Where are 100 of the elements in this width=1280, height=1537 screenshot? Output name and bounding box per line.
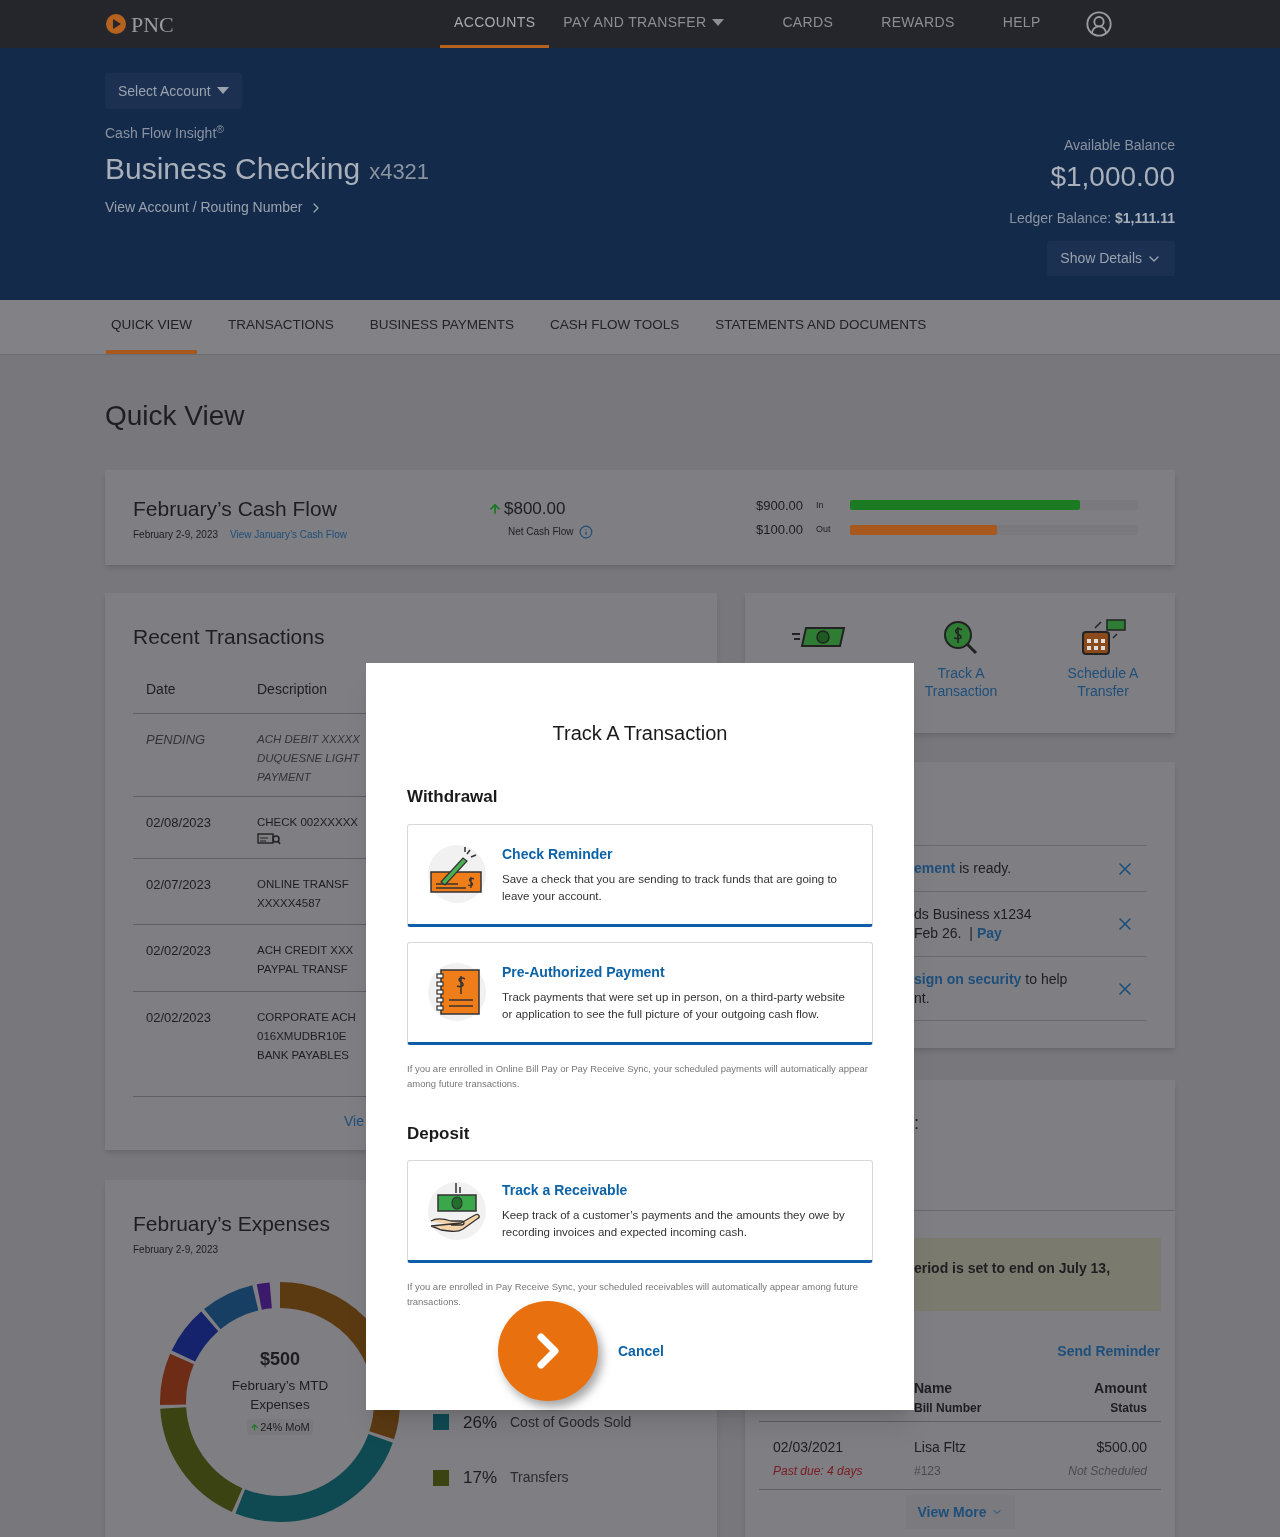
date-range: February 2-9, 2023 bbox=[133, 1242, 220, 1257]
flow-amount: $100.00 bbox=[756, 521, 804, 539]
section-heading: Withdrawal bbox=[407, 786, 499, 808]
table-cell-text: ACH CREDIT XXX bbox=[257, 942, 354, 958]
table-cell-text: 02/08/2023 bbox=[146, 813, 213, 832]
quick-action-link[interactable]: Track A Transaction bbox=[890, 618, 1032, 700]
table-cell-text: CORPORATE ACH bbox=[257, 1009, 356, 1025]
view-all-link[interactable]: Vie bbox=[344, 1110, 364, 1132]
dialog-title: Track A Transaction bbox=[551, 721, 729, 746]
alert-text: to help bbox=[1025, 969, 1068, 989]
table-cell-text: PAYPAL TRANSF bbox=[257, 961, 348, 977]
option-description: Save a check that you are sending to track funds that are going to leave your account. bbox=[502, 871, 838, 904]
section-tab[interactable]: CASH FLOW TOOLS bbox=[545, 300, 685, 354]
flow-label: In bbox=[815, 498, 825, 512]
page-title: Quick View bbox=[105, 399, 246, 433]
section-heading: Deposit bbox=[407, 1122, 471, 1145]
check-pen-icon bbox=[427, 844, 487, 904]
option-title: Track a Receivable bbox=[502, 1181, 629, 1200]
quick-action-link[interactable]: Schedule A Transfer bbox=[1032, 618, 1174, 700]
table-cell-text: $500.00 bbox=[1096, 1438, 1147, 1457]
table-cell-text: BANK PAYABLES bbox=[257, 1047, 350, 1063]
ledger-book-icon bbox=[427, 962, 487, 1022]
alert-text: is ready. bbox=[959, 859, 1012, 878]
section-tab[interactable]: BUSINESS PAYMENTS bbox=[364, 300, 520, 354]
card-title: February’s Expenses bbox=[133, 1211, 330, 1237]
caret-icon bbox=[216, 87, 229, 95]
alert-text: ds Business x1234 bbox=[914, 905, 1032, 924]
option-card[interactable]: Track a Receivable Keep track of a customer’s payments and the amounts they owe by recording invoices and expected incoming cash. bbox=[407, 1160, 873, 1263]
net-cash-flow-label: Net Cash Flow bbox=[508, 525, 574, 540]
alert-link[interactable]: ement bbox=[914, 859, 956, 878]
brand-name: PNC bbox=[131, 10, 174, 39]
table-cell-text: 016XMUDBR10E bbox=[257, 1028, 347, 1044]
logo-icon bbox=[105, 13, 127, 35]
table-cell-text: CHECK 002XXXXX bbox=[257, 814, 358, 830]
check-image-icon[interactable] bbox=[257, 832, 281, 845]
section-tab[interactable]: QUICK VIEW bbox=[106, 300, 197, 354]
option-card[interactable]: Check Reminder Save a check that you are sending to track funds that are going to leave your account. bbox=[407, 823, 873, 927]
cancel-link[interactable]: Cancel bbox=[618, 1340, 664, 1362]
section-tab[interactable]: TRANSACTIONS bbox=[223, 300, 339, 354]
account-number: x4321 bbox=[369, 158, 430, 186]
legend-percent: 17% bbox=[463, 1467, 499, 1489]
table-cell-text: 02/02/2023 bbox=[146, 1008, 213, 1027]
section-tab[interactable]: STATEMENTS AND DOCUMENTS bbox=[710, 300, 932, 354]
arrow-up-icon bbox=[250, 1422, 260, 1432]
product-name: Cash Flow Insight$^{®}$ bbox=[105, 123, 226, 143]
net-cash-flow: $800.00 bbox=[504, 497, 566, 520]
change-badge: 24% MoM bbox=[247, 1418, 313, 1436]
available-balance-label: Available Balance bbox=[1063, 136, 1175, 155]
table-cell-text: 02/02/2023 bbox=[146, 941, 213, 960]
card-title: February’s Cash Flow bbox=[133, 495, 338, 522]
legend-label: Transfers bbox=[510, 1468, 569, 1488]
alert-text: nt. bbox=[914, 988, 930, 1008]
table-cell-text: ACH DEBIT XXXXX bbox=[257, 731, 360, 747]
show-details-button[interactable]: Show Details bbox=[1047, 241, 1175, 276]
table-cell-text: PAYMENT bbox=[257, 769, 311, 785]
calendar-cash-icon bbox=[1079, 618, 1127, 658]
table-cell-text: 02/07/2023 bbox=[146, 875, 213, 894]
caret-icon bbox=[712, 18, 725, 27]
column-header: Bill Number bbox=[914, 1400, 982, 1417]
nav-link[interactable]: REWARDS bbox=[867, 0, 969, 48]
table-cell-text: XXXXX4587 bbox=[257, 895, 321, 911]
table-cell-text: ONLINE TRANSF bbox=[257, 876, 349, 892]
hand-cash-icon bbox=[427, 1180, 487, 1241]
continue-button[interactable] bbox=[498, 1301, 598, 1401]
flow-label: Out bbox=[815, 523, 832, 536]
legend-label: Cost of Goods Sold bbox=[510, 1412, 632, 1432]
nav-link[interactable]: CARDS bbox=[768, 0, 848, 48]
column-header: Amount bbox=[1094, 1379, 1147, 1398]
available-balance: $1,000.00 bbox=[1050, 160, 1175, 194]
option-title: Pre-Authorized Payment bbox=[502, 962, 666, 982]
column-header: Status bbox=[1110, 1400, 1147, 1417]
flow-amount: $900.00 bbox=[756, 496, 804, 515]
expense-total-label: February’s MTD Expenses bbox=[230, 1376, 330, 1414]
alert-text: Feb 26. | bbox=[914, 924, 973, 943]
previous-month-link[interactable]: View January’s Cash Flow bbox=[230, 527, 347, 543]
column-header: Description bbox=[257, 679, 328, 699]
nav-link[interactable]: PAY AND TRANSFER bbox=[549, 0, 739, 48]
column-header: Date bbox=[146, 679, 177, 699]
profile-icon[interactable] bbox=[1084, 10, 1113, 38]
arrow-up-icon bbox=[488, 501, 502, 516]
account-name: Business Checking bbox=[105, 151, 361, 187]
select-account-button[interactable]: Select Account bbox=[105, 73, 242, 109]
card-heading: : bbox=[914, 1113, 919, 1133]
legend-percent: 26% bbox=[463, 1411, 499, 1434]
option-title: Check Reminder bbox=[502, 844, 614, 864]
table-cell-text: DUQUESNE LIGHT bbox=[257, 750, 360, 766]
option-card[interactable]: Pre-Authorized Payment Track payments that were set up in person, on a third-party website or application to see the full picture of your outgoing cash flow. bbox=[407, 941, 873, 1045]
expense-total: $500 bbox=[259, 1347, 300, 1371]
nav-link[interactable]: HELP bbox=[988, 0, 1055, 48]
table-cell-text: 02/03/2021 bbox=[773, 1438, 845, 1457]
date-range: February 2-9, 2023 bbox=[133, 528, 219, 543]
option-description: Keep track of a customer’s payments and the amounts they owe by recording invoices and expected incoming cash. bbox=[502, 1208, 846, 1240]
past-due-label: Past due: 4 days bbox=[773, 1463, 864, 1480]
column-header: Name bbox=[914, 1379, 954, 1398]
option-description: Track payments that were set up in person, on a third-party website or application to see the full picture of your outgoing cash flow. bbox=[502, 989, 846, 1022]
cash-icon[interactable] bbox=[789, 626, 846, 648]
routing-number-link[interactable]: View Account / Routing Number bbox=[105, 197, 430, 218]
info-icon[interactable] bbox=[578, 524, 593, 539]
table-cell-text: Lisa Fltz bbox=[914, 1438, 968, 1457]
table-cell-text: PENDING bbox=[146, 730, 207, 749]
